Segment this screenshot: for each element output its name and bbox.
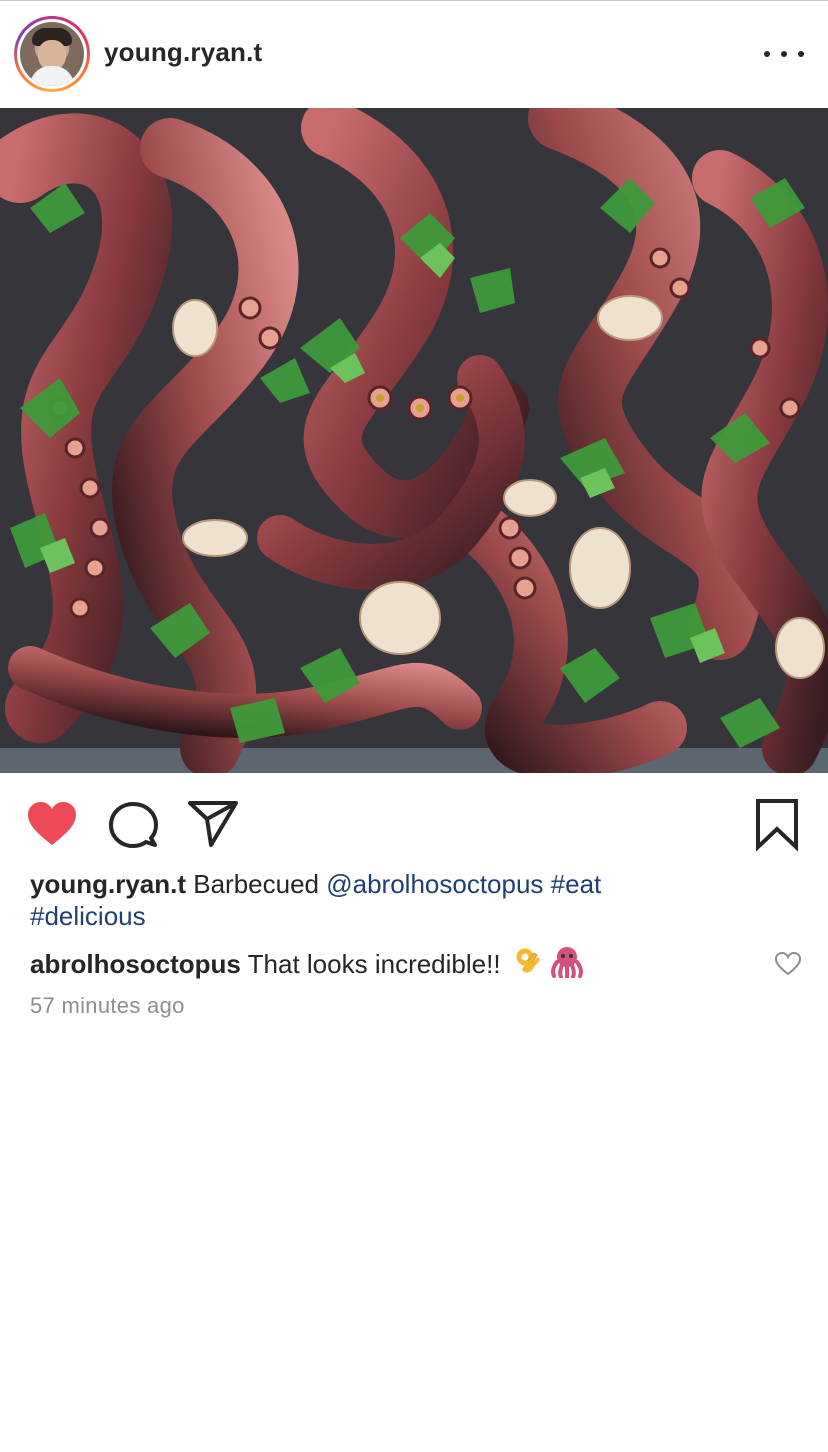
more-horizontal-icon[interactable] — [764, 39, 804, 69]
hashtag-link-eat[interactable]: #eat — [551, 869, 602, 899]
caption-mention-link[interactable]: @abrolhosoctopus — [326, 869, 543, 899]
comment-username[interactable]: abrolhosoctopus — [30, 949, 241, 979]
comment-text: That looks incredible!! — [240, 948, 508, 979]
heart-filled-icon[interactable] — [24, 797, 80, 853]
action-bar — [0, 773, 828, 869]
octopus-emoji — [550, 946, 584, 986]
comment-bubble-icon[interactable] — [106, 797, 162, 853]
post-timestamp: 57 minutes ago — [30, 993, 185, 1018]
post-username[interactable]: young.ryan.t — [104, 37, 262, 68]
heart-outline-icon[interactable] — [774, 950, 802, 978]
avatar[interactable] — [14, 16, 90, 92]
comment-row: abrolhosoctopus That looks incredible!! — [30, 946, 750, 986]
bookmark-icon[interactable] — [750, 797, 806, 853]
post-header: young.ryan.t — [0, 1, 828, 107]
caption-text: Barbecued — [186, 869, 327, 899]
hashtag-link-delicious[interactable]: #delicious — [30, 901, 146, 931]
post-photo[interactable] — [0, 108, 828, 773]
post-caption: young.ryan.t Barbecued @abrolhosoctopus … — [30, 868, 730, 932]
ok-hand-emoji — [514, 947, 544, 985]
paper-plane-icon[interactable] — [186, 797, 242, 853]
caption-username[interactable]: young.ryan.t — [30, 869, 186, 899]
